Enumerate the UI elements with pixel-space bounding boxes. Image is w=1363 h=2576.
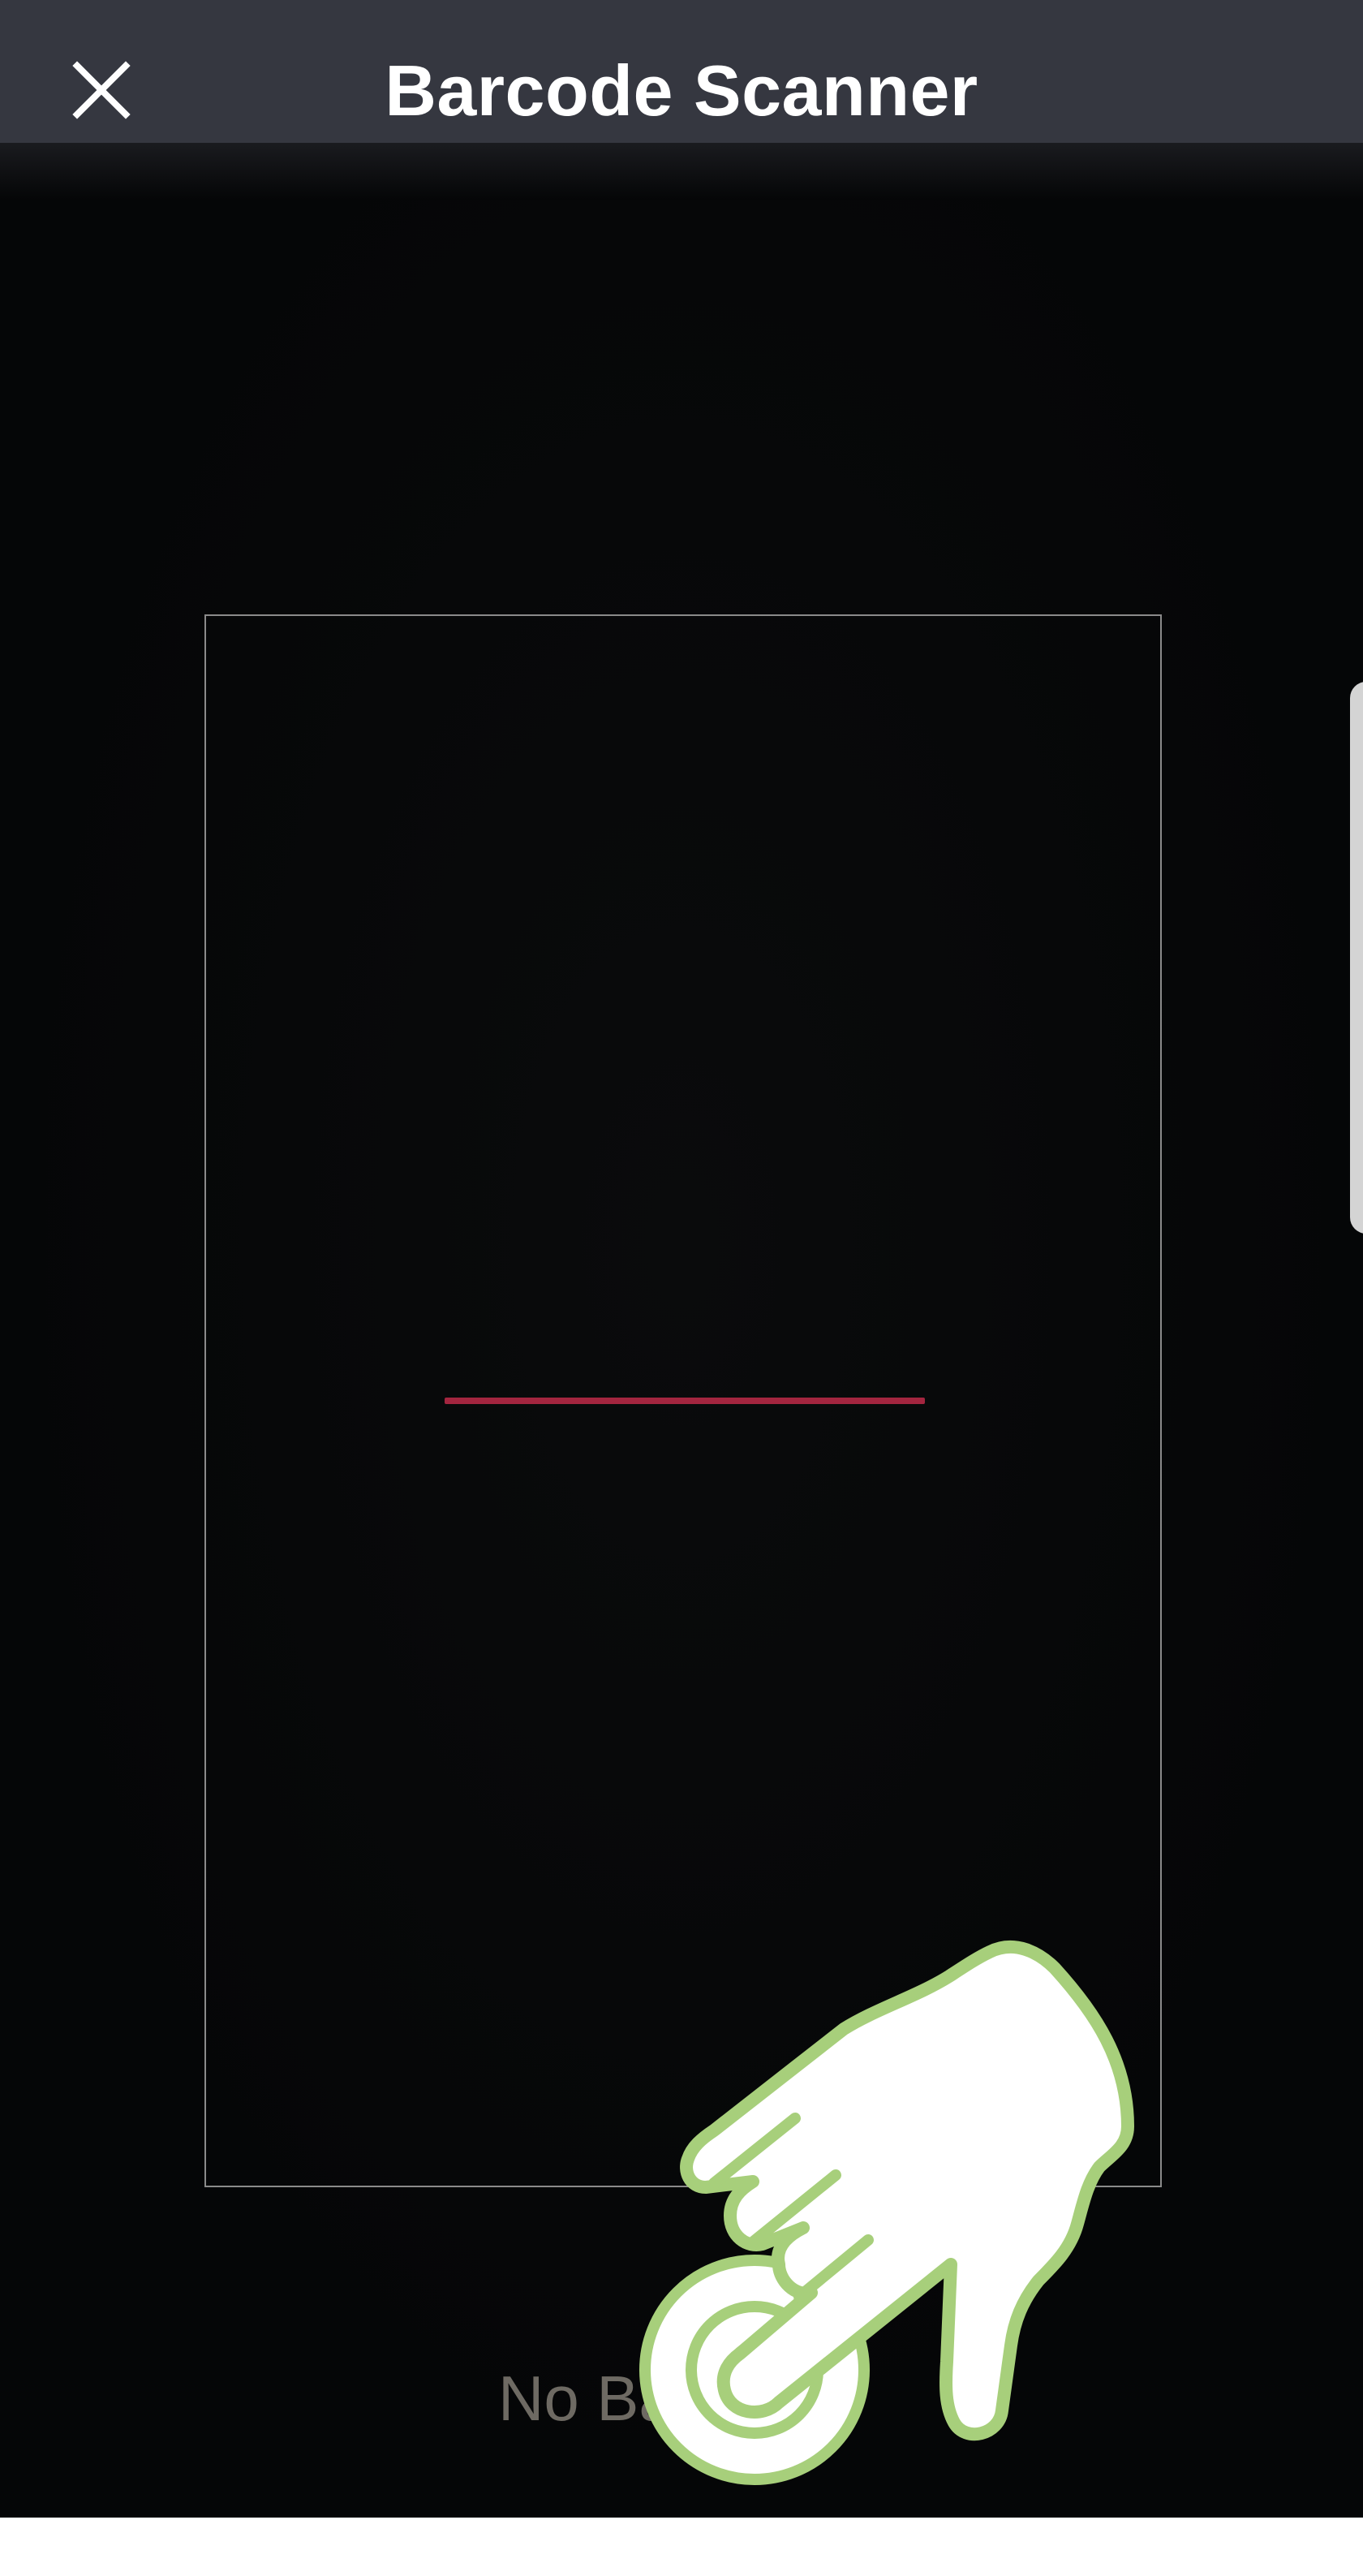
page-title: Barcode Scanner	[385, 50, 978, 131]
close-button[interactable]	[57, 45, 146, 135]
close-icon	[72, 61, 131, 119]
tap-gesture-icon	[639, 1940, 1134, 2485]
bottom-strip	[0, 2518, 1363, 2576]
top-app-bar: Barcode Scanner	[0, 0, 1363, 143]
scan-line	[445, 1398, 925, 1404]
scanner-screen: Barcode Scanner No Ba	[0, 0, 1363, 2518]
edge-panel-handle[interactable]	[1350, 682, 1363, 1234]
top-bar-shadow	[0, 143, 1363, 200]
